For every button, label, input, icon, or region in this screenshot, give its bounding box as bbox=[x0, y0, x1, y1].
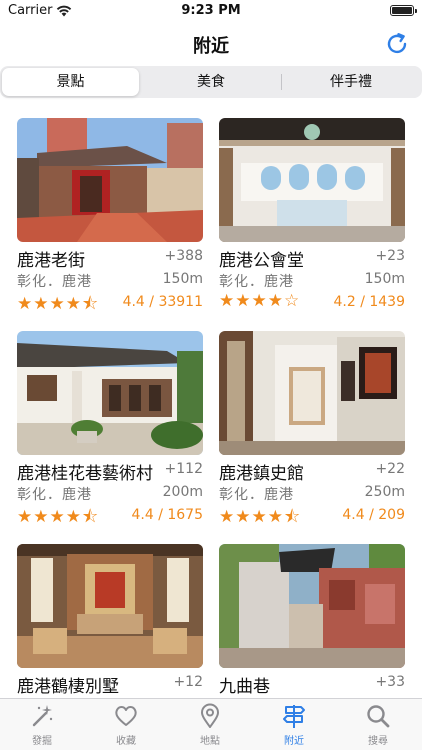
tab-label: 搜尋 bbox=[368, 736, 388, 747]
tab-search[interactable]: 搜尋 bbox=[336, 703, 420, 749]
photo-count: +12 bbox=[173, 674, 203, 690]
place-location: 彰化．鹿港 bbox=[17, 487, 92, 503]
photo-count: +388 bbox=[164, 248, 203, 264]
signpost-icon bbox=[283, 705, 305, 728]
place-photo bbox=[17, 331, 203, 455]
place-name: 鹿港老街 bbox=[17, 251, 85, 271]
magnifier-icon bbox=[367, 705, 390, 728]
place-distance: 200m bbox=[162, 484, 203, 500]
segment-souvenirs[interactable]: 伴手禮 bbox=[282, 68, 420, 96]
place-name: 鹿港公會堂 bbox=[219, 251, 304, 271]
category-segmented-control: 景點 美食 伴手禮 bbox=[0, 66, 422, 98]
magic-wand-icon bbox=[32, 705, 53, 727]
tab-label: 附近 bbox=[284, 736, 304, 747]
refresh-icon[interactable] bbox=[384, 31, 410, 57]
map-pin-icon bbox=[201, 703, 219, 728]
segment-attractions[interactable]: 景點 bbox=[2, 68, 139, 96]
heart-icon bbox=[115, 706, 137, 726]
place-name: 鹿港鎮史館 bbox=[219, 464, 304, 484]
place-distance: 150m bbox=[162, 271, 203, 287]
tab-label: 發掘 bbox=[32, 736, 52, 747]
place-location: 彰化．鹿港 bbox=[219, 487, 294, 503]
tab-label: 地點 bbox=[200, 736, 220, 747]
photo-count: +33 bbox=[375, 674, 405, 690]
place-name: 鹿港桂花巷藝術村 bbox=[17, 464, 153, 484]
place-distance: 150m bbox=[364, 271, 405, 287]
rating-summary: 4.2 / 1439 bbox=[333, 294, 405, 310]
place-name: 九曲巷 bbox=[219, 677, 270, 697]
rating-summary: 4.4 / 33911 bbox=[122, 294, 203, 310]
place-photo bbox=[219, 544, 405, 668]
tab-bar: 發掘 收藏 地點 附近 搜尋 bbox=[0, 698, 422, 750]
photo-count: +23 bbox=[375, 248, 405, 264]
star-rating: ★★★★⯪ bbox=[17, 507, 100, 527]
tab-favorites[interactable]: 收藏 bbox=[84, 703, 168, 749]
tab-label: 收藏 bbox=[116, 736, 136, 747]
place-photo bbox=[219, 331, 405, 455]
rating-summary: 4.4 / 1675 bbox=[131, 507, 203, 523]
tab-places[interactable]: 地點 bbox=[168, 703, 252, 749]
photo-count: +22 bbox=[375, 461, 405, 477]
place-photo bbox=[219, 118, 405, 242]
rating-summary: 4.4 / 209 bbox=[342, 507, 405, 523]
battery-icon bbox=[390, 5, 417, 16]
status-time: 9:23 PM bbox=[181, 3, 241, 18]
place-location: 彰化．鹿港 bbox=[17, 274, 92, 290]
place-location: 彰化．鹿港 bbox=[219, 274, 294, 290]
photo-count: +112 bbox=[164, 461, 203, 477]
place-photo bbox=[17, 118, 203, 242]
segment-food[interactable]: 美食 bbox=[142, 68, 280, 96]
place-distance: 250m bbox=[364, 484, 405, 500]
navigation-bar: 附近 bbox=[0, 22, 422, 66]
star-rating: ★★★★☆ bbox=[219, 291, 301, 311]
status-bar: Carrier 9:23 PM bbox=[0, 0, 422, 22]
tab-nearby[interactable]: 附近 bbox=[252, 703, 336, 749]
tab-discover[interactable]: 發掘 bbox=[0, 703, 84, 749]
star-rating: ★★★★⯪ bbox=[219, 507, 302, 527]
page-title: 附近 bbox=[193, 36, 229, 57]
place-photo bbox=[17, 544, 203, 668]
star-rating: ★★★★⯪ bbox=[17, 294, 100, 314]
place-name: 鹿港鶴棲別墅 bbox=[17, 677, 119, 697]
